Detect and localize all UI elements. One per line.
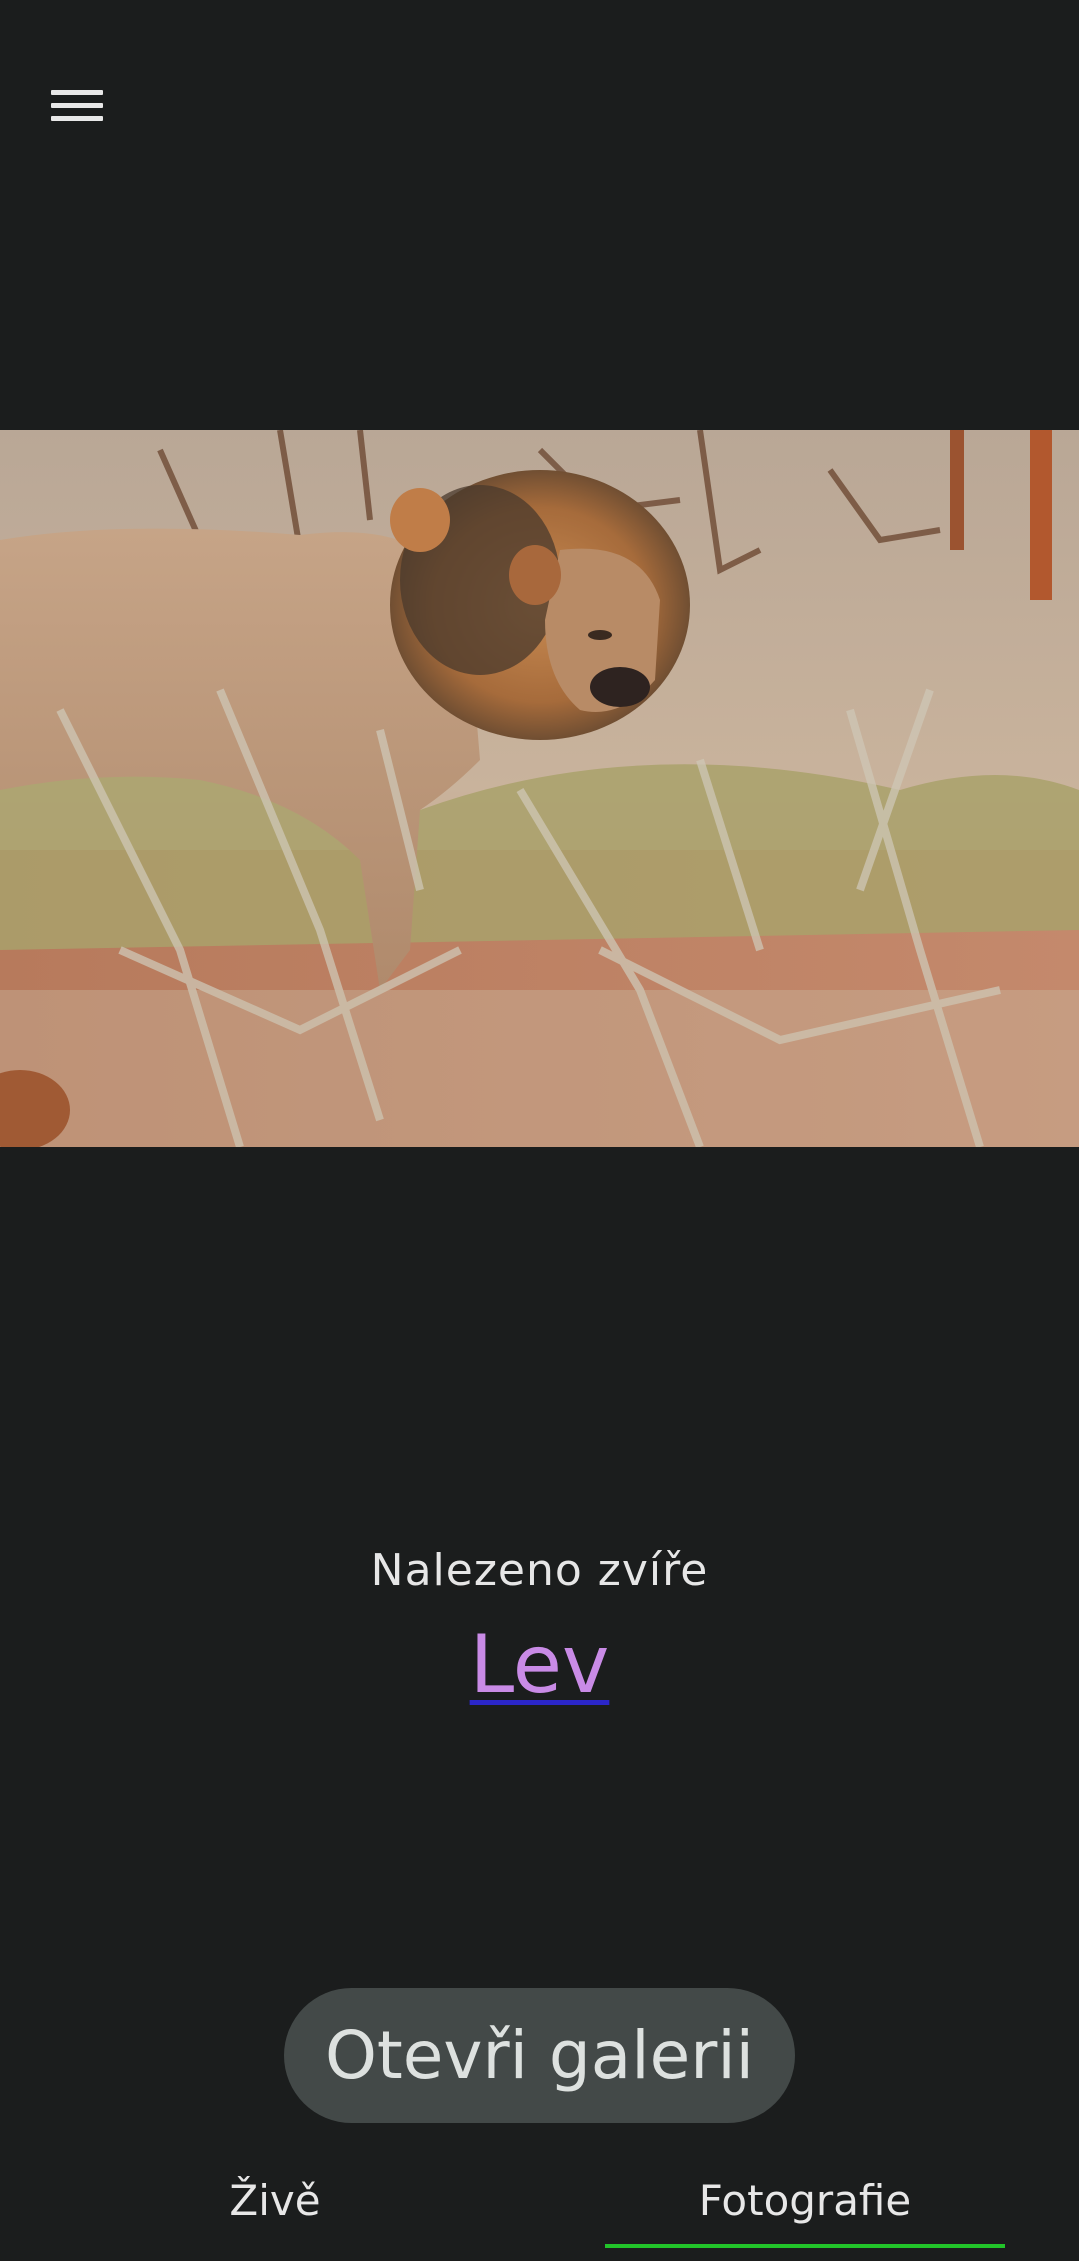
tab-live[interactable]: Živě bbox=[78, 2160, 472, 2252]
open-gallery-button[interactable]: Otevři galerii bbox=[284, 1988, 795, 2123]
result-label: Nalezeno zvíře bbox=[370, 1545, 709, 1596]
animal-name-link-container: Lev bbox=[0, 1615, 1079, 1715]
screen: Nalezeno zvíře Lev Otevři galerii Živě F… bbox=[0, 0, 1079, 2261]
tab-photos[interactable]: Fotografie bbox=[605, 2160, 1005, 2252]
selected-tab-indicator bbox=[605, 2244, 1005, 2248]
hamburger-menu-icon bbox=[51, 90, 103, 121]
animal-photo bbox=[0, 430, 1079, 1147]
animal-name-link[interactable]: Lev bbox=[470, 1618, 610, 1711]
menu-button[interactable] bbox=[34, 70, 120, 142]
